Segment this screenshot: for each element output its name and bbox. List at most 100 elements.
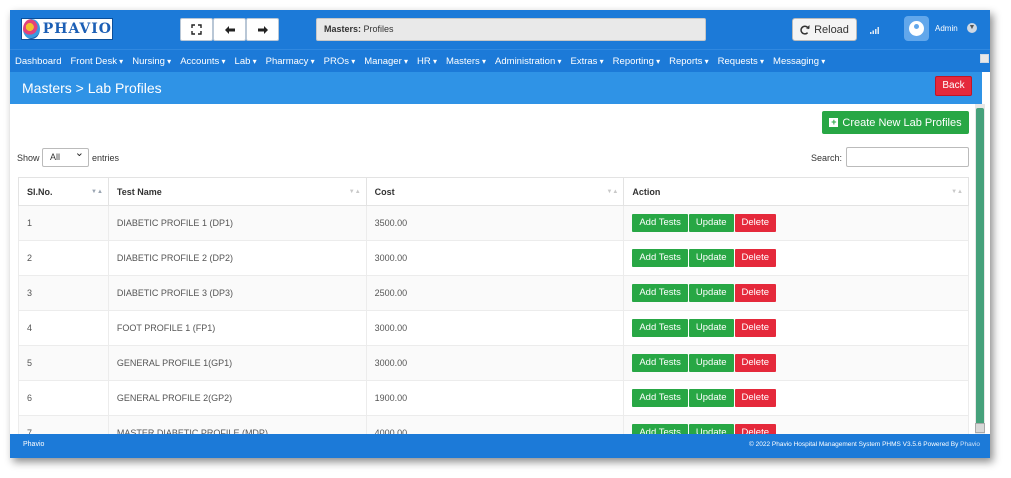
update-button[interactable]: Update [688, 424, 734, 434]
menu-item-extras[interactable]: Extras [570, 56, 603, 67]
column-header-test-name[interactable]: Test Name ▼▲ [107, 177, 367, 206]
add-tests-button[interactable]: Add Tests [632, 389, 688, 407]
cell-cost: 4000.00 [365, 415, 625, 434]
cell-cost: 3000.00 [365, 345, 625, 381]
lab-profiles-table: Sl.No. ▼▲ Test Name ▼▲ Cost ▼▲ Action ▼▲ 1 D… [18, 177, 969, 434]
cell-actions: Add Tests Update Delete [623, 205, 969, 241]
back-button[interactable]: Back [935, 76, 972, 96]
sort-icon: ▼▲ [951, 189, 963, 195]
column-header-action[interactable]: Action ▼▲ [623, 177, 969, 206]
update-button[interactable]: Update [688, 354, 734, 372]
menu-item-lab[interactable]: Lab [235, 56, 257, 67]
breadcrumb-page: Profiles [361, 24, 394, 34]
page-title: Masters > Lab Profiles [22, 80, 162, 96]
cell-actions: Add Tests Update Delete [623, 310, 969, 346]
menu-item-manager[interactable]: Manager [364, 56, 408, 67]
copyright-text: © 2022 Phavio Hospital Management System… [749, 441, 961, 448]
cell-test-name: DIABETIC PROFILE 3 (DP3) [107, 275, 367, 311]
delete-button[interactable]: Delete [734, 424, 776, 434]
menu-item-reporting[interactable]: Reporting [613, 56, 660, 67]
fullscreen-button[interactable] [180, 18, 213, 41]
breadcrumb-section: Masters: [324, 24, 362, 34]
scrollbar-thumb[interactable] [976, 108, 984, 428]
cell-cost: 1900.00 [365, 380, 625, 416]
menu-item-nursing[interactable]: Nursing [132, 56, 171, 67]
menu-item-administration[interactable]: Administration [495, 56, 561, 67]
logo-icon [23, 19, 40, 39]
column-header-cost[interactable]: Cost ▼▲ [365, 177, 625, 206]
update-button[interactable]: Update [688, 249, 734, 267]
delete-button[interactable]: Delete [734, 389, 776, 407]
cell-slno: 6 [18, 380, 109, 416]
breadcrumb: Masters: Profiles [316, 18, 706, 41]
cell-cost: 3500.00 [365, 205, 625, 241]
delete-button[interactable]: Delete [734, 249, 776, 267]
sort-asc-icon: ▼▲ [91, 189, 103, 195]
chevron-down-icon[interactable]: ▼ [967, 23, 977, 33]
add-tests-button[interactable]: Add Tests [632, 424, 688, 434]
forward-nav-button[interactable] [246, 18, 279, 41]
plus-square-icon: + [829, 117, 839, 127]
delete-button[interactable]: Delete [734, 354, 776, 372]
arrow-left-icon [224, 25, 235, 34]
update-button[interactable]: Update [688, 214, 734, 232]
menu-collapse-icon[interactable] [980, 54, 989, 63]
menu-item-masters[interactable]: Masters [446, 56, 486, 67]
main-content: + Create New Lab Profiles Show All entri… [10, 104, 975, 434]
table-row: 1 DIABETIC PROFILE 1 (DP1) 3500.00 Add T… [18, 205, 969, 241]
table-header-row: Sl.No. ▼▲ Test Name ▼▲ Cost ▼▲ Action ▼▲ [18, 177, 969, 206]
logo-text: PHAVIO [42, 21, 112, 37]
expand-icon [191, 24, 202, 35]
add-tests-button[interactable]: Add Tests [632, 284, 688, 302]
update-button[interactable]: Update [688, 389, 734, 407]
search-input[interactable] [846, 147, 969, 167]
cell-actions: Add Tests Update Delete [623, 345, 969, 381]
menu-item-reports[interactable]: Reports [669, 56, 709, 67]
cell-test-name: DIABETIC PROFILE 1 (DP1) [107, 205, 367, 241]
powered-by-link[interactable]: Phavio [960, 441, 980, 448]
signal-icon [870, 26, 879, 36]
delete-button[interactable]: Delete [734, 319, 776, 337]
menu-item-accounts[interactable]: Accounts [180, 56, 225, 67]
menu-item-hr[interactable]: HR [417, 56, 437, 67]
show-label: Show [17, 153, 40, 163]
cell-actions: Add Tests Update Delete [623, 275, 969, 311]
table-row: 3 DIABETIC PROFILE 3 (DP3) 2500.00 Add T… [18, 275, 969, 311]
back-nav-button[interactable] [213, 18, 246, 41]
user-icon [909, 21, 924, 36]
cell-slno: 3 [18, 275, 109, 311]
update-button[interactable]: Update [688, 284, 734, 302]
menu-item-dashboard[interactable]: Dashboard [15, 56, 61, 67]
delete-button[interactable]: Delete [734, 284, 776, 302]
cell-test-name: GENERAL PROFILE 2(GP2) [107, 380, 367, 416]
add-tests-button[interactable]: Add Tests [632, 249, 688, 267]
update-button[interactable]: Update [688, 319, 734, 337]
column-header-slno[interactable]: Sl.No. ▼▲ [18, 177, 109, 206]
footer: Phavio © 2022 Phavio Hospital Management… [10, 434, 990, 458]
entries-select[interactable]: All [42, 145, 89, 167]
add-tests-button[interactable]: Add Tests [632, 214, 688, 232]
user-name[interactable]: Admin [935, 24, 958, 33]
menu-item-front-desk[interactable]: Front Desk [70, 56, 123, 67]
entries-label: entries [92, 153, 120, 163]
menu-item-messaging[interactable]: Messaging [773, 56, 825, 67]
main-menu: Dashboard Front Desk Nursing Accounts La… [10, 49, 990, 72]
search-label: Search: [811, 153, 843, 163]
cell-cost: 3000.00 [365, 310, 625, 346]
app-logo[interactable]: PHAVIO [21, 18, 113, 40]
cell-slno: 4 [18, 310, 109, 346]
add-tests-button[interactable]: Add Tests [632, 354, 688, 372]
cell-slno: 7 [18, 415, 109, 434]
cell-slno: 1 [18, 205, 109, 241]
avatar[interactable] [904, 16, 929, 41]
menu-item-pharmacy[interactable]: Pharmacy [266, 56, 315, 67]
reload-button[interactable]: Reload [792, 18, 857, 41]
menu-item-pros[interactable]: PROs [324, 56, 356, 67]
delete-button[interactable]: Delete [734, 214, 776, 232]
reload-label: Reload [814, 23, 849, 36]
add-tests-button[interactable]: Add Tests [632, 319, 688, 337]
cell-test-name: GENERAL PROFILE 1(GP1) [107, 345, 367, 381]
menu-item-requests[interactable]: Requests [718, 56, 764, 67]
create-lab-profile-button[interactable]: + Create New Lab Profiles [822, 111, 969, 134]
cell-test-name: MASTER DIABETIC PROFILE (MDP) [107, 415, 367, 434]
